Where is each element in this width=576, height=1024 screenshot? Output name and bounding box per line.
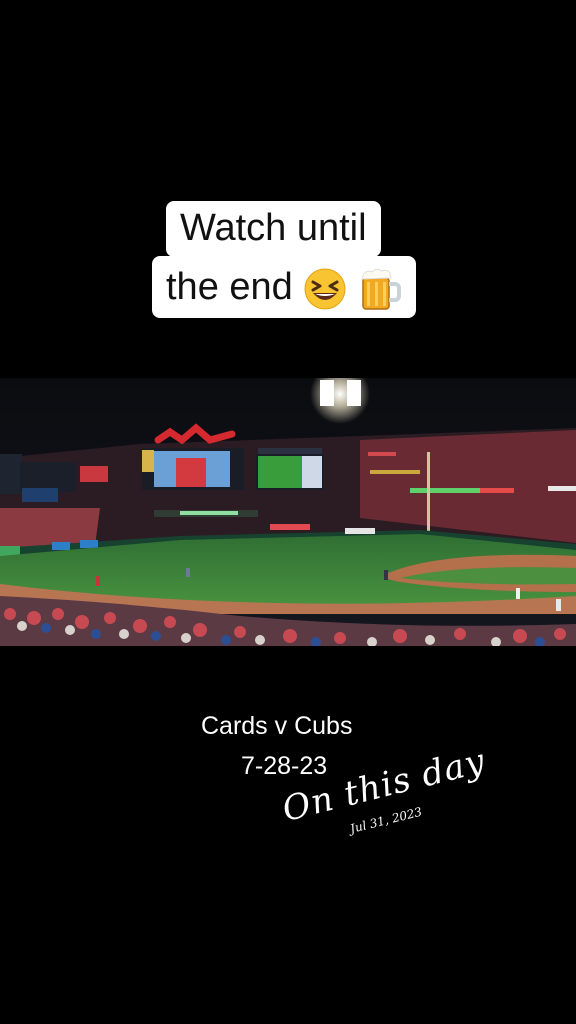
video-date: 7-28-23 <box>241 752 328 780</box>
caption-text-2: the end <box>166 266 293 308</box>
caption-line-1: Watch until <box>166 201 381 257</box>
grinning-squinting-face-icon <box>304 268 346 310</box>
stadium-photo <box>0 378 576 646</box>
beer-mug-icon <box>361 268 401 310</box>
video-title: Cards v Cubs <box>201 712 353 740</box>
caption-line-2: the end <box>152 256 416 318</box>
caption-text-1: Watch until <box>180 207 367 249</box>
